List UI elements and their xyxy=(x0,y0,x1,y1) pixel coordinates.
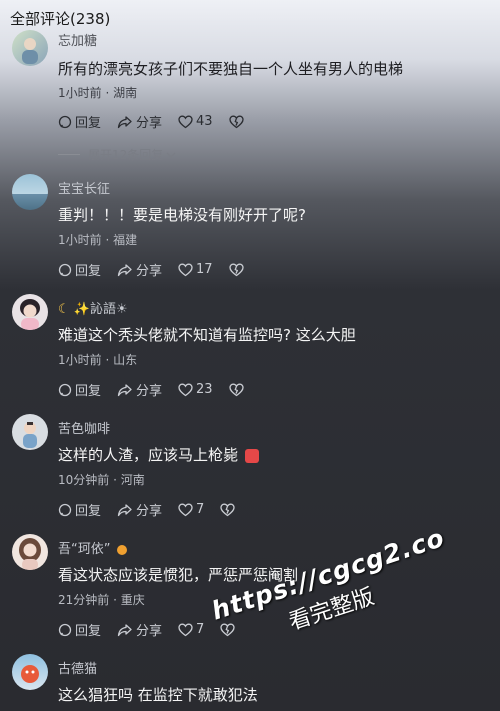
like-count: 7 xyxy=(196,502,205,517)
avatar[interactable] xyxy=(12,174,48,210)
expand-replies-button[interactable]: 展开12条回复 xyxy=(58,146,176,163)
comment-actions: 回复 分享 43 xyxy=(58,112,263,131)
share-button[interactable]: 分享 xyxy=(117,500,162,519)
comment-meta: 21分钟前 · 重庆 xyxy=(58,593,145,607)
share-icon xyxy=(117,263,132,276)
dislike-button[interactable] xyxy=(228,263,247,277)
comment-actions: 回复 分享 17 xyxy=(58,260,263,279)
share-label: 分享 xyxy=(136,504,163,519)
share-label: 分享 xyxy=(136,264,163,279)
comment-meta: 1小时前 · 山东 xyxy=(58,353,138,367)
reply-button[interactable]: 回复 xyxy=(58,620,101,639)
reply-button[interactable]: 回复 xyxy=(58,112,101,131)
comment-username[interactable]: 宝宝长征 xyxy=(58,178,110,197)
avatar[interactable] xyxy=(12,30,48,66)
avatar[interactable] xyxy=(12,534,48,570)
reply-icon xyxy=(58,623,72,636)
reply-label: 回复 xyxy=(75,624,102,639)
reply-icon xyxy=(58,503,72,516)
reply-icon xyxy=(58,383,72,396)
share-icon xyxy=(117,115,132,128)
reply-button[interactable]: 回复 xyxy=(58,500,101,519)
chevron-down-icon xyxy=(166,152,176,158)
comment-text: 这么猖狂吗 在监控下就敢犯法 xyxy=(58,686,258,704)
like-count: 43 xyxy=(196,114,213,129)
comment-actions: 回复 分享 7 xyxy=(58,500,254,519)
lollipop-icon xyxy=(116,544,127,555)
comment-text: 重判！！！要是电梯没有刚好开了呢? xyxy=(58,206,306,224)
divider-line xyxy=(58,154,80,155)
share-button[interactable]: 分享 xyxy=(117,380,162,399)
comment-username[interactable]: 古德猫 xyxy=(58,658,97,677)
avatar[interactable] xyxy=(12,294,48,330)
moon-icon: ☾ xyxy=(58,302,70,317)
like-button[interactable]: 7 xyxy=(178,622,204,637)
share-icon xyxy=(117,623,132,636)
like-count: 7 xyxy=(196,622,205,637)
broken-heart-icon xyxy=(228,383,244,396)
share-icon xyxy=(117,503,132,516)
like-button[interactable]: 43 xyxy=(178,114,213,129)
comment-meta: 10分钟前 · 河南 xyxy=(58,473,145,487)
reply-icon xyxy=(58,115,72,128)
broken-heart-icon xyxy=(220,503,235,516)
like-count: 23 xyxy=(196,382,213,397)
comment-meta: 1小时前 · 湖南 xyxy=(58,86,138,100)
reply-label: 回复 xyxy=(75,384,102,399)
comment-meta: 1小时前 · 福建 xyxy=(58,233,138,247)
like-button[interactable]: 23 xyxy=(178,382,213,397)
comment-username[interactable]: 吾“珂依” xyxy=(58,538,127,557)
share-label: 分享 xyxy=(136,384,163,399)
share-button[interactable]: 分享 xyxy=(117,112,162,131)
comments-header: 全部评论(238) xyxy=(10,10,111,28)
watermark: https://cgcg2.co 看完整版 xyxy=(208,523,459,658)
heart-icon xyxy=(178,115,193,128)
comment-text: 所有的漂亮女孩子们不要独自一个人坐有男人的电梯 xyxy=(58,60,404,78)
reply-label: 回复 xyxy=(75,264,102,279)
reply-icon xyxy=(58,263,72,276)
expand-replies-label: 展开12条回复 xyxy=(88,148,164,162)
comment-username[interactable]: 忘加糖 xyxy=(58,30,97,49)
dislike-button[interactable] xyxy=(228,115,247,129)
like-button[interactable]: 7 xyxy=(178,502,204,517)
reply-label: 回复 xyxy=(75,116,102,131)
broken-heart-icon xyxy=(228,263,244,276)
like-button[interactable]: 17 xyxy=(178,262,213,277)
share-label: 分享 xyxy=(136,116,163,131)
heart-icon xyxy=(178,623,193,636)
comment-username[interactable]: ☾ ✨訫語☀ xyxy=(58,298,128,317)
avatar[interactable] xyxy=(12,654,48,690)
reply-button[interactable]: 回复 xyxy=(58,380,101,399)
dislike-button[interactable] xyxy=(220,503,238,517)
reply-button[interactable]: 回复 xyxy=(58,260,101,279)
angry-emoji-icon xyxy=(244,448,259,463)
comment-text: 这样的人渣，应该马上枪毙 xyxy=(58,444,259,465)
share-label: 分享 xyxy=(136,624,163,639)
reply-label: 回复 xyxy=(75,504,102,519)
heart-icon xyxy=(178,383,193,396)
comment-username[interactable]: 苦色咖啡 xyxy=(58,418,110,437)
comment-actions: 回复 分享 23 xyxy=(58,380,263,399)
dislike-button[interactable] xyxy=(228,383,247,397)
like-count: 17 xyxy=(196,262,213,277)
heart-icon xyxy=(178,503,193,516)
heart-icon xyxy=(178,263,193,276)
share-icon xyxy=(117,383,132,396)
share-button[interactable]: 分享 xyxy=(117,620,162,639)
share-button[interactable]: 分享 xyxy=(117,260,162,279)
avatar[interactable] xyxy=(12,414,48,450)
broken-heart-icon xyxy=(228,115,244,128)
comment-text: 难道这个秃头佬就不知道有监控吗? 这么大胆 xyxy=(58,326,356,344)
